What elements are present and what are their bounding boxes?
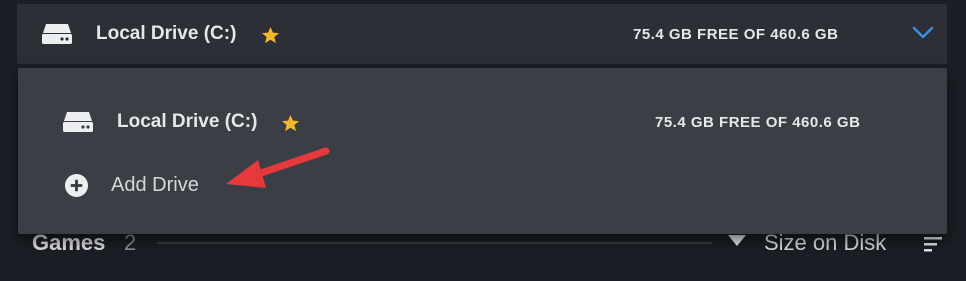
selected-drive-free-space: 75.4 GB FREE OF 460.6 GB	[633, 26, 839, 43]
drive-dropdown: Local Drive (C:) 75.4 GB FREE OF 460.6 G…	[18, 68, 947, 234]
add-drive-label: Add Drive	[111, 174, 199, 196]
chevron-down-icon[interactable]	[912, 26, 934, 40]
plus-circle-icon	[64, 173, 89, 198]
sort-options-icon[interactable]	[924, 236, 942, 252]
selected-drive-name: Local Drive (C:)	[96, 23, 237, 44]
drive-selector[interactable]: Local Drive (C:) 75.4 GB FREE OF 460.6 G…	[17, 4, 947, 64]
drive-option-free-space: 75.4 GB FREE OF 460.6 GB	[655, 114, 861, 131]
drive-icon	[42, 24, 72, 44]
drive-option-label: Local Drive (C:)	[117, 111, 258, 132]
add-drive-option[interactable]: Add Drive	[18, 166, 947, 206]
divider	[157, 242, 712, 244]
favorite-star-icon	[261, 26, 280, 44]
sort-direction-icon[interactable]	[728, 235, 746, 247]
drive-icon	[63, 112, 93, 132]
favorite-star-icon	[281, 114, 300, 132]
drive-option[interactable]: Local Drive (C:) 75.4 GB FREE OF 460.6 G…	[18, 94, 947, 150]
